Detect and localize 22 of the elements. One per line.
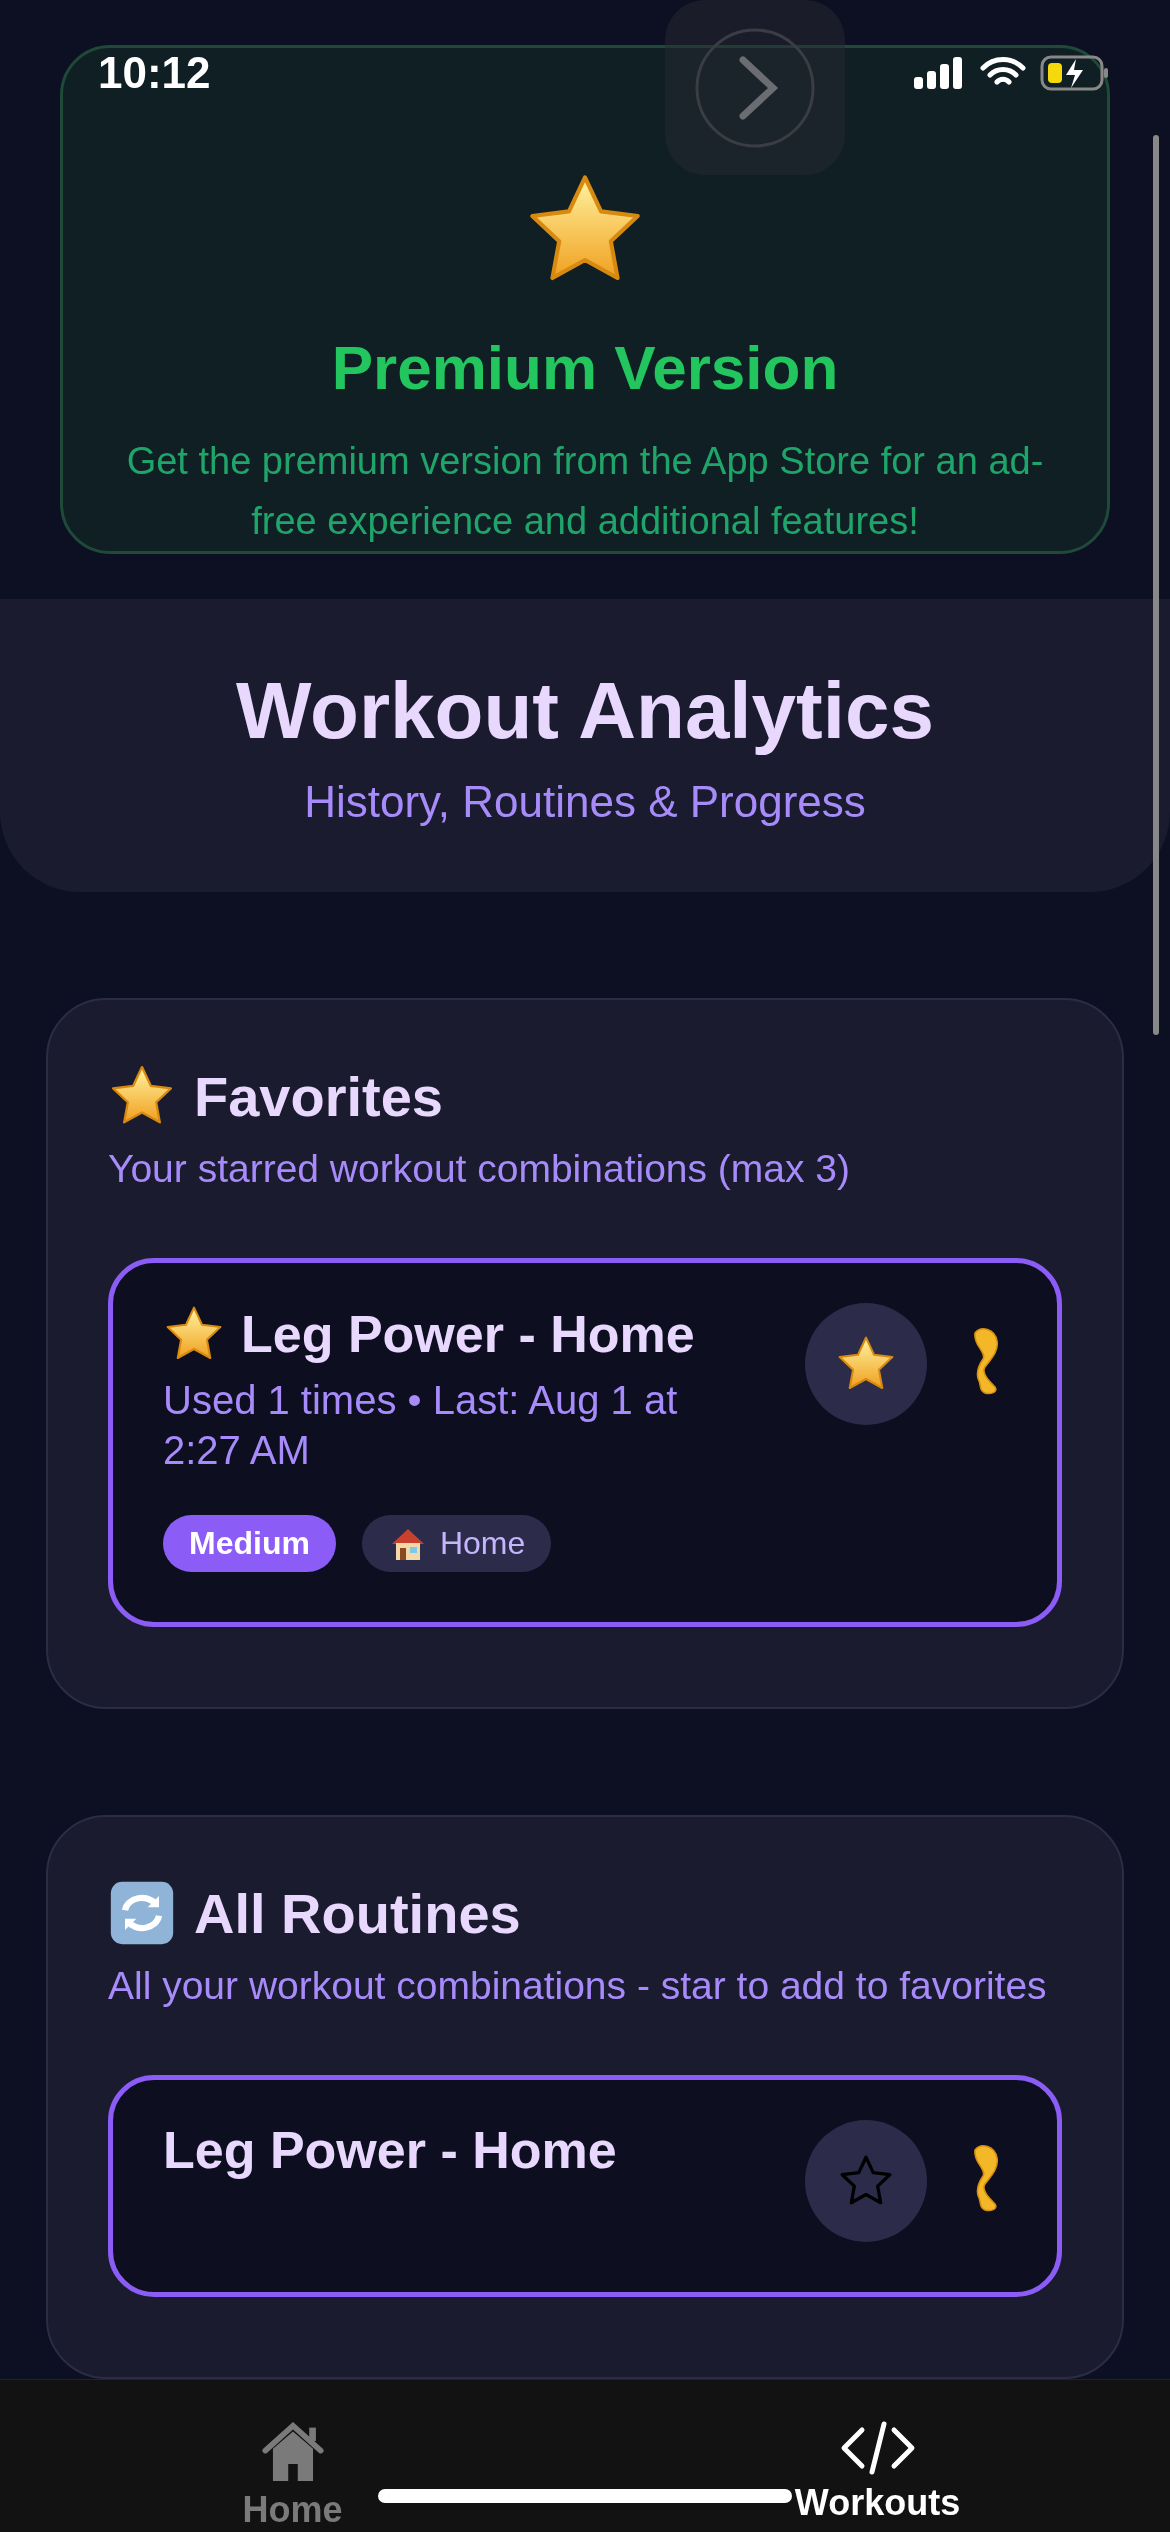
- status-time: 10:12: [98, 48, 211, 98]
- section-subtitle: Your starred workout combinations (max 3): [108, 1146, 852, 1192]
- difficulty-tag: Medium: [163, 1515, 336, 1572]
- premium-title: Premium Version: [331, 332, 839, 403]
- routine-title: Leg Power - Home: [163, 2120, 617, 2180]
- premium-text: Get the premium version from the App Store for an ad-free experience and additional features!: [125, 439, 1045, 544]
- tab[interactable]: Home: [142, 2380, 443, 2532]
- routine-meta: Used 1 times • Last: Aug 1 at 2:27 AM: [163, 1377, 679, 1474]
- page-subtitle: History, Routines & Progress: [304, 776, 866, 827]
- code-icon: [839, 2420, 916, 2476]
- section-title: All Routines: [194, 1880, 521, 1946]
- tab[interactable]: Workouts: [727, 2380, 1028, 2532]
- routine-card[interactable]: Leg Power - Home: [108, 2075, 1062, 2297]
- location-tag: Home: [361, 1515, 552, 1572]
- page-title: Workout Analytics: [236, 664, 934, 757]
- refresh-icon: [108, 1879, 176, 1947]
- battery-icon: [1040, 55, 1110, 91]
- floating-button[interactable]: [665, 0, 845, 175]
- section-title: Favorites: [194, 1063, 443, 1129]
- routine-title: Leg Power - Home: [241, 1304, 695, 1364]
- section-subtitle: All your workout combinations - star to add to favorites: [108, 1963, 1048, 2009]
- routine-card[interactable]: Leg Power - Home Used 1 times • Last: Aug 1 at 2:27 AM Medium Home: [108, 1258, 1062, 1627]
